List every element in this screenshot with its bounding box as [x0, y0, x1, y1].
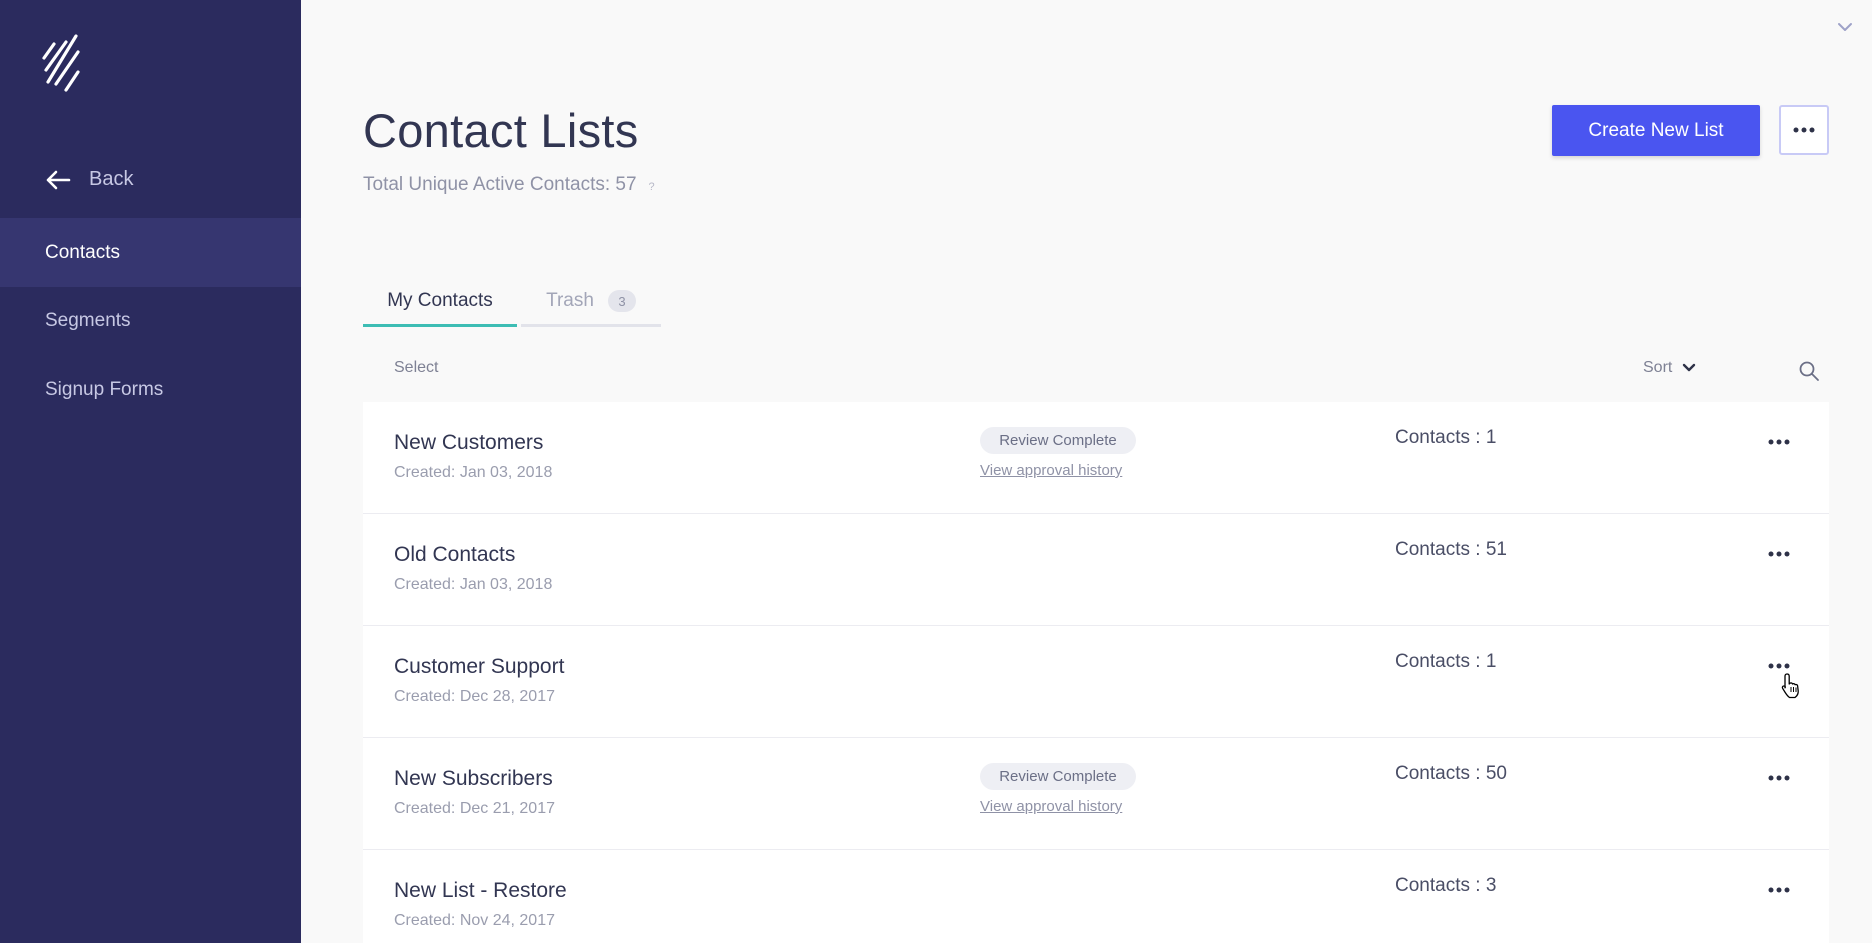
more-icon: [1768, 439, 1790, 445]
contact-lists: New Customers Created: Jan 03, 2018 Revi…: [363, 402, 1829, 943]
page-title: Contact Lists: [363, 104, 639, 157]
more-icon: [1768, 887, 1790, 893]
row-more-button[interactable]: [1763, 432, 1795, 452]
contacts-count: Contacts : 3: [1395, 875, 1497, 896]
status-badge: Review Complete: [980, 427, 1136, 454]
logo-icon[interactable]: [40, 32, 90, 96]
list-row: New Subscribers Created: Dec 21, 2017 Re…: [363, 738, 1829, 850]
more-icon: [1768, 663, 1790, 669]
tab-label: My Contacts: [387, 290, 493, 311]
list-created-date: Created: Jan 03, 2018: [394, 464, 553, 481]
select-button[interactable]: Select: [394, 359, 438, 377]
chevron-down-icon[interactable]: [1836, 18, 1854, 36]
back-arrow-icon: [46, 170, 71, 189]
contacts-count: Contacts : 50: [1395, 763, 1507, 784]
contacts-count: Contacts : 1: [1395, 651, 1497, 672]
tabs: My Contacts Trash 3: [363, 280, 661, 327]
list-name-link[interactable]: New List - Restore: [394, 879, 567, 903]
tab-label: Trash: [546, 290, 594, 311]
list-created-date: Created: Dec 28, 2017: [394, 688, 555, 705]
list-row: Customer Support Created: Dec 28, 2017 C…: [363, 626, 1829, 738]
more-icon: [1768, 775, 1790, 781]
status-badge: Review Complete: [980, 763, 1136, 790]
back-label: Back: [89, 168, 134, 190]
list-name-link[interactable]: Old Contacts: [394, 543, 515, 567]
total-contacts-summary: Total Unique Active Contacts: 57 ?: [363, 174, 655, 196]
sidebar-item-label: Signup Forms: [45, 378, 164, 400]
sidebar: Back Contacts Segments Signup Forms: [0, 0, 301, 943]
trash-count-badge: 3: [607, 290, 636, 312]
row-more-button[interactable]: [1763, 768, 1795, 788]
tab-my-contacts[interactable]: My Contacts: [363, 280, 517, 327]
more-icon: [1768, 551, 1790, 557]
list-created-date: Created: Dec 21, 2017: [394, 800, 555, 817]
list-created-date: Created: Jan 03, 2018: [394, 576, 553, 593]
sort-dropdown[interactable]: Sort: [1643, 359, 1696, 377]
back-link[interactable]: Back: [45, 168, 133, 191]
list-row: New Customers Created: Jan 03, 2018 Revi…: [363, 402, 1829, 514]
list-row: Old Contacts Created: Jan 03, 2018 Conta…: [363, 514, 1829, 626]
sidebar-item-label: Segments: [45, 309, 131, 331]
view-approval-history-link[interactable]: View approval history: [980, 798, 1122, 815]
sidebar-item-signup-forms[interactable]: Signup Forms: [0, 355, 301, 424]
contacts-count: Contacts : 1: [1395, 427, 1497, 448]
create-new-list-button[interactable]: Create New List: [1552, 105, 1760, 156]
chevron-down-icon: [1683, 363, 1696, 372]
list-name-link[interactable]: New Customers: [394, 431, 543, 455]
more-icon: [1793, 127, 1815, 133]
list-name-link[interactable]: Customer Support: [394, 655, 564, 679]
view-approval-history-link[interactable]: View approval history: [980, 462, 1122, 479]
page-more-button[interactable]: [1779, 105, 1829, 155]
total-contacts-text: Total Unique Active Contacts: 57: [363, 174, 637, 195]
help-icon[interactable]: ?: [649, 181, 655, 193]
contacts-count: Contacts : 51: [1395, 539, 1507, 560]
list-created-date: Created: Nov 24, 2017: [394, 912, 555, 929]
sidebar-item-segments[interactable]: Segments: [0, 286, 301, 355]
sidebar-item-contacts[interactable]: Contacts: [0, 218, 301, 287]
list-row: New List - Restore Created: Nov 24, 2017…: [363, 850, 1829, 943]
pointer-cursor-icon: [1781, 673, 1799, 699]
row-more-button[interactable]: [1763, 880, 1795, 900]
sidebar-item-label: Contacts: [45, 241, 120, 263]
tab-trash[interactable]: Trash 3: [521, 280, 661, 327]
sort-label: Sort: [1643, 359, 1673, 376]
search-icon[interactable]: [1798, 360, 1820, 382]
list-name-link[interactable]: New Subscribers: [394, 767, 553, 791]
row-more-button[interactable]: [1763, 544, 1795, 564]
